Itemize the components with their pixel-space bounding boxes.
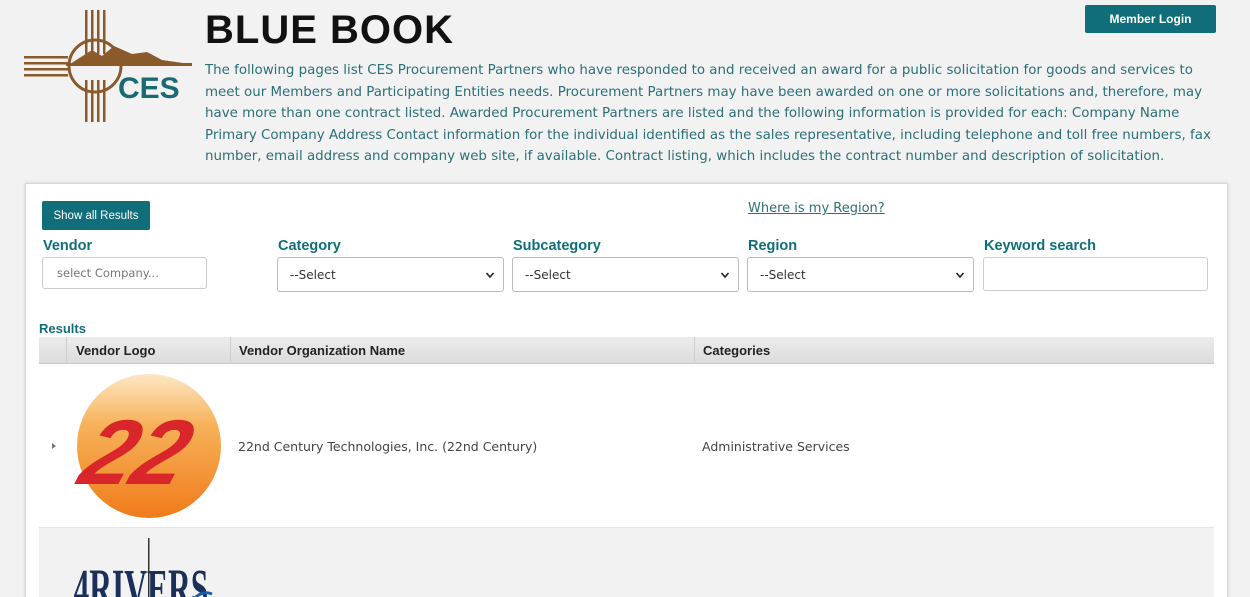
region-label: Region (748, 238, 798, 254)
subcategory-select[interactable]: --Select (512, 257, 739, 292)
show-all-results-button[interactable]: Show all Results (42, 201, 150, 230)
chevron-down-icon (485, 271, 495, 278)
page-title: BLUE BOOK (205, 8, 454, 52)
header-divider (66, 337, 67, 364)
column-header-vendor-name[interactable]: Vendor Organization Name (239, 343, 405, 358)
where-is-my-region-link[interactable]: Where is my Region? (748, 201, 885, 216)
subcategory-label: Subcategory (513, 238, 601, 254)
column-header-categories[interactable]: Categories (703, 343, 770, 358)
ces-logo[interactable]: CES (22, 8, 192, 124)
results-table: Vendor Logo Vendor Organization Name Cat… (39, 337, 1214, 597)
table-row[interactable]: 4RIVERS (39, 528, 1214, 597)
member-login-button[interactable]: Member Login (1085, 5, 1216, 33)
category-select[interactable]: --Select (277, 257, 504, 292)
column-header-vendor-logo[interactable]: Vendor Logo (76, 343, 155, 358)
chevron-down-icon (955, 271, 965, 278)
vendor-name[interactable]: 22nd Century Technologies, Inc. (22nd Ce… (238, 439, 537, 454)
category-label: Category (278, 238, 341, 254)
vendor-input[interactable]: select Company... (42, 257, 207, 289)
results-heading: Results (39, 321, 86, 336)
vendor-logo-4rivers: 4RIVERS (74, 538, 213, 597)
expand-caret-icon[interactable] (51, 442, 57, 450)
keyword-search-input[interactable] (983, 257, 1208, 291)
region-selected: --Select (760, 267, 806, 282)
header-divider (694, 337, 695, 364)
region-select[interactable]: --Select (747, 257, 974, 292)
intro-paragraph: The following pages list CES Procurement… (205, 63, 1211, 164)
vendor-categories: Administrative Services (702, 439, 850, 454)
subcategory-selected: --Select (525, 267, 571, 282)
vendor-logo-text: 4RIVERS (74, 558, 209, 597)
vendor-label: Vendor (43, 238, 93, 254)
ces-logo-text: CES (118, 72, 180, 105)
header-divider (230, 337, 231, 364)
vendor-logo-22nd-century: 22 (74, 374, 221, 518)
chevron-down-icon (720, 271, 730, 278)
table-header: Vendor Logo Vendor Organization Name Cat… (39, 337, 1214, 364)
keyword-search-label: Keyword search (984, 238, 1097, 254)
table-row[interactable]: 22 22nd Century Technologies, Inc. (22nd… (39, 364, 1214, 528)
category-selected: --Select (290, 267, 336, 282)
vendor-placeholder: select Company... (57, 266, 159, 280)
